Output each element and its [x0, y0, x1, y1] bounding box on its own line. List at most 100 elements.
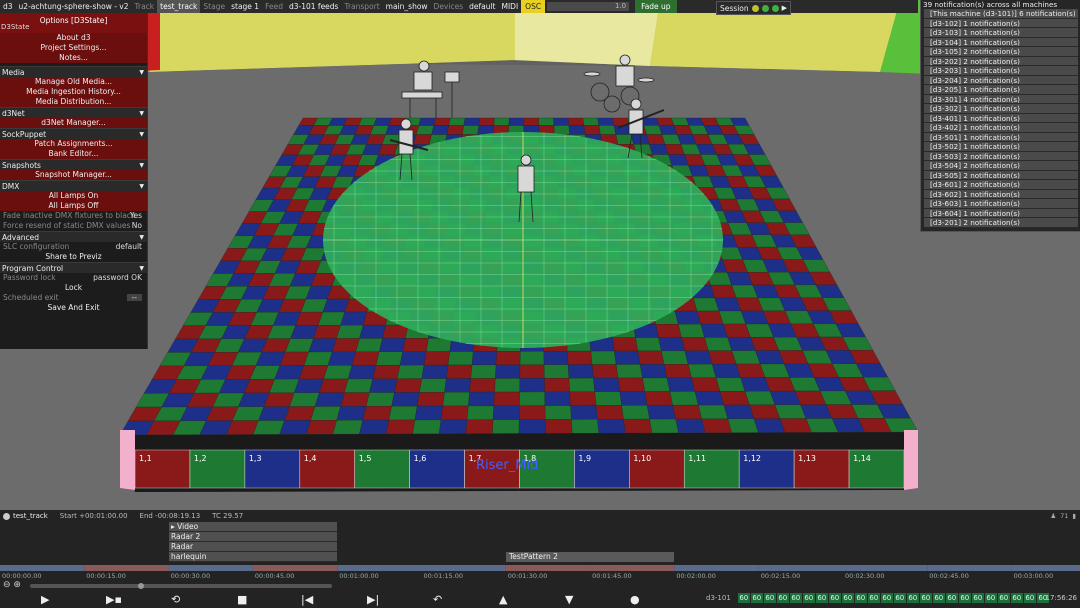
section-snapshots[interactable]: Snapshots ▼ — [0, 159, 147, 170]
down-icon[interactable]: ▼ — [565, 593, 573, 607]
notification-item[interactable]: [d3-505] 2 notification(s) — [924, 170, 1078, 180]
midi-indicator[interactable]: MIDI — [499, 0, 522, 13]
notification-item[interactable]: [d3-503] 2 notification(s) — [924, 151, 1078, 161]
deck-tile — [355, 338, 383, 352]
project-settings-item[interactable]: Project Settings... — [0, 43, 147, 53]
notification-item[interactable]: [d3-102] 1 notification(s) — [924, 18, 1078, 28]
bank-editor-item[interactable]: Bank Editor... — [0, 149, 147, 159]
clip-testpattern-2[interactable]: TestPattern 2 — [506, 552, 674, 562]
notification-item[interactable]: [d3-103] 1 notification(s) — [924, 28, 1078, 38]
notification-item[interactable]: [d3-104] 1 notification(s) — [924, 37, 1078, 47]
stage-selector[interactable]: stage 1 — [228, 0, 262, 13]
slc-config-row[interactable]: SLC configuration default — [0, 242, 147, 252]
force-resend-dmx-row[interactable]: Force resend of static DMX values No — [0, 221, 147, 231]
snapshot-manager-item[interactable]: Snapshot Manager... — [0, 170, 147, 180]
fade-inactive-dmx-value[interactable]: Yes — [130, 211, 142, 221]
machine-meter: 60 — [750, 593, 763, 603]
timeline-track-name[interactable]: test_track — [13, 512, 48, 520]
notification-item[interactable]: [d3-602] 1 notification(s) — [924, 189, 1078, 199]
notification-item[interactable]: [d3-204] 2 notification(s) — [924, 75, 1078, 85]
play-icon[interactable]: ▶ — [41, 593, 49, 607]
next-section-icon[interactable]: ▶| — [367, 593, 379, 607]
layer-radar-2[interactable]: Radar 2 — [169, 532, 337, 542]
devices-selector[interactable]: default — [466, 0, 498, 13]
media-distribution-item[interactable]: Media Distribution... — [0, 97, 147, 107]
section-program-control[interactable]: Program Control ▼ — [0, 262, 147, 273]
stage-scene[interactable]: 1,1 1,2 1,3 1,4 1,5 1,6 1,7 1,8 1,9 1,10 1,11 1,12 1… — [0, 0, 1080, 510]
notification-item[interactable]: [d3-402] 1 notification(s) — [924, 123, 1078, 133]
notification-item[interactable]: [d3-205] 1 notification(s) — [924, 85, 1078, 95]
notification-item[interactable]: [d3-301] 4 notification(s) — [924, 94, 1078, 104]
notification-item[interactable]: [d3-604] 1 notification(s) — [924, 208, 1078, 218]
zoom-out-icon[interactable]: ⊖ — [3, 580, 11, 590]
all-lamps-on-item[interactable]: All Lamps On — [0, 191, 147, 201]
stop-icon[interactable]: ■ — [237, 593, 247, 607]
save-and-exit-button[interactable]: Save And Exit — [0, 303, 147, 313]
section-dmx[interactable]: DMX ▼ — [0, 180, 147, 191]
about-d3-item[interactable]: About d3 — [0, 33, 147, 43]
slc-config-value[interactable]: default — [116, 242, 142, 252]
person-icon[interactable]: ♟ — [1050, 512, 1056, 520]
share-to-previz-item[interactable]: Share to Previz — [0, 252, 147, 262]
notification-item[interactable]: [d3-501] 1 notification(s) — [924, 132, 1078, 142]
master-fader[interactable]: 1.0 — [547, 2, 630, 11]
force-resend-dmx-value[interactable]: No — [132, 221, 142, 231]
section-advanced[interactable]: Advanced ▼ — [0, 231, 147, 242]
record-icon[interactable]: ● — [630, 593, 640, 607]
session-sync-icon[interactable] — [761, 4, 769, 12]
track-record-icon[interactable] — [3, 512, 10, 520]
project-name[interactable]: u2-achtung-sphere-show - v2 — [16, 0, 132, 13]
password-ok-button[interactable]: OK — [131, 273, 142, 282]
notification-item[interactable]: [d3-202] 2 notification(s) — [924, 56, 1078, 66]
play-to-end-icon[interactable]: ▶▪ — [106, 593, 122, 607]
prev-section-icon[interactable]: |◀ — [301, 593, 313, 607]
deck-tile — [431, 125, 449, 135]
section-media[interactable]: Media ▼ — [0, 66, 147, 77]
notification-item[interactable]: [d3-601] 2 notification(s) — [924, 180, 1078, 190]
session-control[interactable]: Session ▶ — [716, 1, 792, 15]
notification-item[interactable]: [d3-302] 1 notification(s) — [924, 104, 1078, 114]
osc-indicator[interactable]: OSC — [521, 0, 546, 13]
notification-item[interactable]: [d3-504] 2 notification(s) — [924, 161, 1078, 171]
d3net-manager-item[interactable]: d3Net Manager... — [0, 118, 147, 128]
layer-video[interactable]: ▸ Video — [169, 522, 337, 532]
fade-up-button[interactable]: Fade up — [635, 0, 677, 13]
3d-viewport[interactable]: 1,1 1,2 1,3 1,4 1,5 1,6 1,7 1,8 1,9 1,10 1,11 1,12 1… — [0, 0, 1080, 510]
timeline-menu-icon[interactable]: ▮ — [1072, 512, 1076, 520]
timeline-scrollbar[interactable] — [30, 583, 332, 589]
password-lock-row[interactable]: Password lock password OK — [0, 273, 147, 283]
notification-item[interactable]: [d3-603] 1 notification(s) — [924, 199, 1078, 209]
loop-icon[interactable]: ⟲ — [171, 593, 180, 607]
media-ingestion-history-item[interactable]: Media Ingestion History... — [0, 87, 147, 97]
zoom-in-icon[interactable]: ⊕ — [13, 580, 21, 590]
session-play-icon[interactable]: ▶ — [782, 4, 787, 12]
transport-selector[interactable]: main_show — [383, 0, 431, 13]
fade-inactive-dmx-row[interactable]: Fade inactive DMX fixtures to black Yes — [0, 211, 147, 221]
notification-item[interactable]: [d3-502] 1 notification(s) — [924, 142, 1078, 152]
notification-item[interactable]: [d3-401] 1 notification(s) — [924, 113, 1078, 123]
session-share-icon[interactable] — [771, 4, 779, 12]
section-sockpuppet[interactable]: SockPuppet ▼ — [0, 128, 147, 139]
scheduled-exit-row[interactable]: Scheduled exit -- — [0, 293, 147, 303]
notification-item[interactable]: [d3-203] 1 notification(s) — [924, 66, 1078, 76]
feed-selector[interactable]: d3-101 feeds — [286, 0, 341, 13]
deck-tile — [412, 419, 442, 435]
patch-assignments-item[interactable]: Patch Assignments... — [0, 139, 147, 149]
track-selector[interactable]: test_track — [157, 0, 201, 13]
up-icon[interactable]: ▲ — [499, 593, 507, 607]
notification-item[interactable]: [This machine (d3-101)] 6 notification(s… — [924, 9, 1078, 19]
scheduled-exit-value[interactable]: -- — [126, 294, 142, 301]
return-icon[interactable]: ↶ — [433, 593, 442, 607]
timeline-scrollbar-thumb[interactable] — [138, 583, 144, 589]
all-lamps-off-item[interactable]: All Lamps Off — [0, 201, 147, 211]
lock-button[interactable]: Lock — [0, 283, 147, 293]
notification-item[interactable]: [d3-105] 2 notification(s) — [924, 47, 1078, 57]
layer-harlequin[interactable]: harlequin — [169, 552, 337, 562]
timeline-ruler[interactable]: 00:00:00.00 00:00:15.00 00:00:30.00 00:00:4… — [0, 565, 1080, 580]
notes-item[interactable]: Notes... — [0, 53, 147, 63]
notification-item[interactable]: [d3-201] 2 notification(s) — [924, 218, 1078, 228]
section-d3net[interactable]: d3Net ▼ — [0, 107, 147, 118]
layer-radar[interactable]: Radar — [169, 542, 337, 552]
password-value[interactable]: password — [93, 273, 129, 282]
manage-old-media-item[interactable]: Manage Old Media... — [0, 77, 147, 87]
